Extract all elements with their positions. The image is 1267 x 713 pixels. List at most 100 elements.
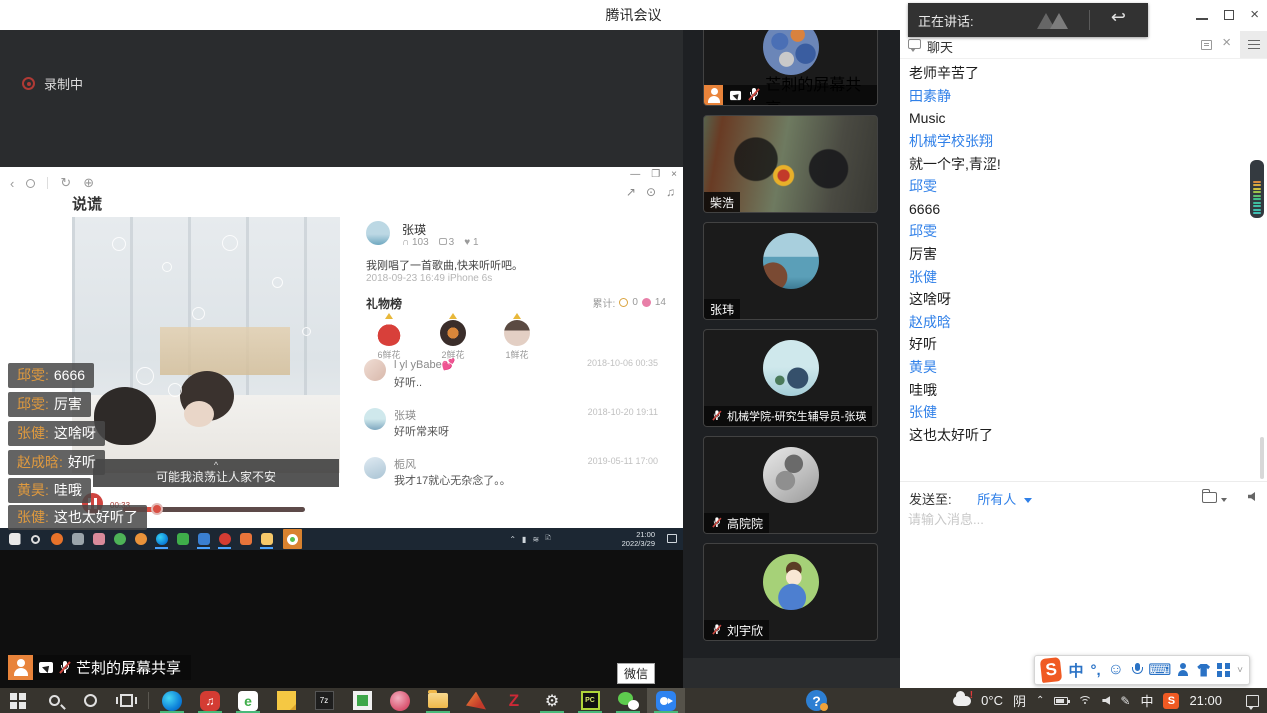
speaker-icon[interactable] [1102, 696, 1110, 705]
taskbar-app-icon[interactable] [267, 688, 305, 713]
taskbar-app-icon[interactable]: e [229, 688, 267, 713]
voice-input-icon[interactable] [1131, 663, 1141, 678]
back-icon[interactable]: ‹ [10, 176, 14, 191]
minimize-button[interactable] [1196, 18, 1208, 20]
shared-taskbar-icon[interactable] [113, 531, 126, 547]
clock[interactable]: 21:00 [1189, 693, 1222, 708]
comment-avatar[interactable] [364, 359, 386, 381]
taskbar-app-icon[interactable]: Z [495, 688, 533, 713]
taskbar-app-icon[interactable] [343, 688, 381, 713]
phrases-icon[interactable] [1178, 663, 1190, 677]
taskbar-app-icon[interactable] [647, 688, 685, 713]
shared-taskbar-icon[interactable] [283, 529, 302, 549]
participant-tile[interactable]: 高院院 [703, 436, 878, 534]
ime-mode-toggle[interactable]: 中 [1068, 660, 1083, 681]
gift-entry[interactable]: 6鲜花 [366, 313, 412, 361]
comment-avatar[interactable] [364, 457, 386, 479]
shared-taskbar-icon[interactable] [176, 531, 189, 547]
return-arrow-icon[interactable]: ↩ [1111, 7, 1126, 28]
globe-icon[interactable]: ⊕ [83, 175, 94, 191]
lyric-text: 可能我浪荡让人家不安 [156, 470, 276, 484]
shared-taskbar-icon[interactable] [29, 531, 42, 547]
chat-menu-button[interactable] [1240, 31, 1267, 58]
gift-entry[interactable]: 2鲜花 [430, 313, 476, 361]
taskbar-app-icon[interactable]: PC [571, 688, 609, 713]
share-icon[interactable]: ↗ [626, 185, 636, 199]
shared-taskbar-icon[interactable] [155, 531, 168, 547]
chevron-down-icon[interactable] [1221, 498, 1227, 502]
gift-icon[interactable]: ⊙ [646, 185, 656, 199]
sogou-logo-icon[interactable]: S [1040, 657, 1063, 683]
avatar[interactable] [366, 221, 390, 245]
shared-taskbar-icon[interactable] [218, 531, 231, 547]
emoji-icon[interactable]: ☺ [1108, 661, 1124, 679]
shared-taskbar-icon[interactable] [260, 531, 273, 547]
shared-taskbar-icon[interactable] [134, 531, 147, 547]
tray-expand-icon[interactable]: ⌃ [1036, 695, 1044, 706]
weather-icon[interactable] [953, 696, 971, 706]
sound-icon[interactable] [1248, 492, 1255, 501]
shared-taskbar-icon[interactable] [92, 531, 105, 547]
chat-scrollbar[interactable] [1260, 437, 1264, 479]
shared-taskbar-icon[interactable] [71, 531, 84, 547]
refresh-icon[interactable]: ↻ [60, 175, 71, 191]
participant-tile[interactable]: 刘宇欣 [703, 543, 878, 641]
divider [1089, 10, 1090, 30]
weather-cond[interactable]: 阴 [1013, 691, 1026, 710]
send-file-icon[interactable] [1202, 492, 1217, 503]
task-view-icon[interactable] [108, 688, 144, 713]
gift-entry[interactable]: 1鲜花 [494, 313, 540, 361]
chat-input[interactable] [906, 511, 1256, 528]
presenter-icon [8, 655, 33, 680]
send-to-dropdown[interactable]: 所有人 [977, 492, 1016, 507]
taskbar-app-icon[interactable]: ⚙ [533, 688, 571, 713]
taskbar-app-icon[interactable] [419, 688, 457, 713]
minimize-icon[interactable]: — [630, 169, 640, 180]
music-icon[interactable]: ♫ [666, 185, 675, 199]
weather-temp[interactable]: 0°C [981, 693, 1003, 708]
bubble [162, 262, 172, 272]
progress-knob[interactable] [151, 503, 163, 515]
overlay-text: 厉害 [54, 396, 82, 412]
close-chat-icon[interactable]: × [1222, 34, 1231, 51]
skin-icon[interactable] [1197, 664, 1210, 677]
chevron-down-icon[interactable] [1024, 498, 1032, 503]
taskbar-app-icon[interactable]: 7z [305, 688, 343, 713]
taskbar-app-icon[interactable] [381, 688, 419, 713]
toolbox-icon[interactable] [1217, 663, 1222, 669]
taskbar-app-icon[interactable] [153, 688, 191, 713]
progress-track[interactable] [123, 507, 305, 512]
taskbar-app-icon[interactable] [457, 688, 495, 713]
taskbar-app-icon[interactable] [609, 688, 647, 713]
shared-taskbar-icon[interactable] [8, 531, 21, 547]
pen-icon[interactable]: ✎ [1120, 694, 1130, 708]
ime-language-icon[interactable]: 中 [1140, 691, 1153, 710]
crown-icon [385, 313, 393, 319]
cortana-icon[interactable] [72, 688, 108, 713]
chevron-down-icon[interactable]: ˅ [1237, 665, 1243, 676]
shared-taskbar-icon[interactable] [197, 531, 210, 547]
close-button[interactable]: × [1250, 8, 1259, 22]
sogou-tray-icon[interactable]: S [1163, 693, 1179, 709]
keyboard-icon[interactable]: ⌨ [1148, 660, 1171, 680]
start-button[interactable] [0, 688, 36, 713]
participant-tile[interactable]: 机械学院-研究生辅导员-张瑛 [703, 329, 878, 427]
maximize-button[interactable] [1224, 10, 1234, 20]
collapse-caret[interactable]: ^ [93, 461, 339, 470]
shared-taskbar-icon[interactable] [50, 531, 63, 547]
ime-punct-toggle[interactable]: °, [1090, 662, 1100, 679]
wifi-icon[interactable] [1078, 696, 1092, 705]
link-icon[interactable] [26, 179, 35, 188]
battery-icon[interactable] [1054, 697, 1068, 705]
participant-tile[interactable]: 张玮 [703, 222, 878, 320]
comment-avatar[interactable] [364, 408, 386, 430]
taskbar-app-icon[interactable]: ♫ [191, 688, 229, 713]
action-center-icon[interactable] [1246, 695, 1259, 707]
close-icon[interactable]: × [671, 169, 677, 180]
search-icon[interactable] [36, 688, 72, 713]
popout-icon[interactable] [1201, 40, 1212, 50]
shared-taskbar-icon[interactable] [239, 531, 252, 547]
restore-icon[interactable]: ❐ [651, 169, 660, 180]
help-icon[interactable]: ? [806, 690, 827, 711]
participant-tile[interactable]: 柴浩 [703, 115, 878, 213]
